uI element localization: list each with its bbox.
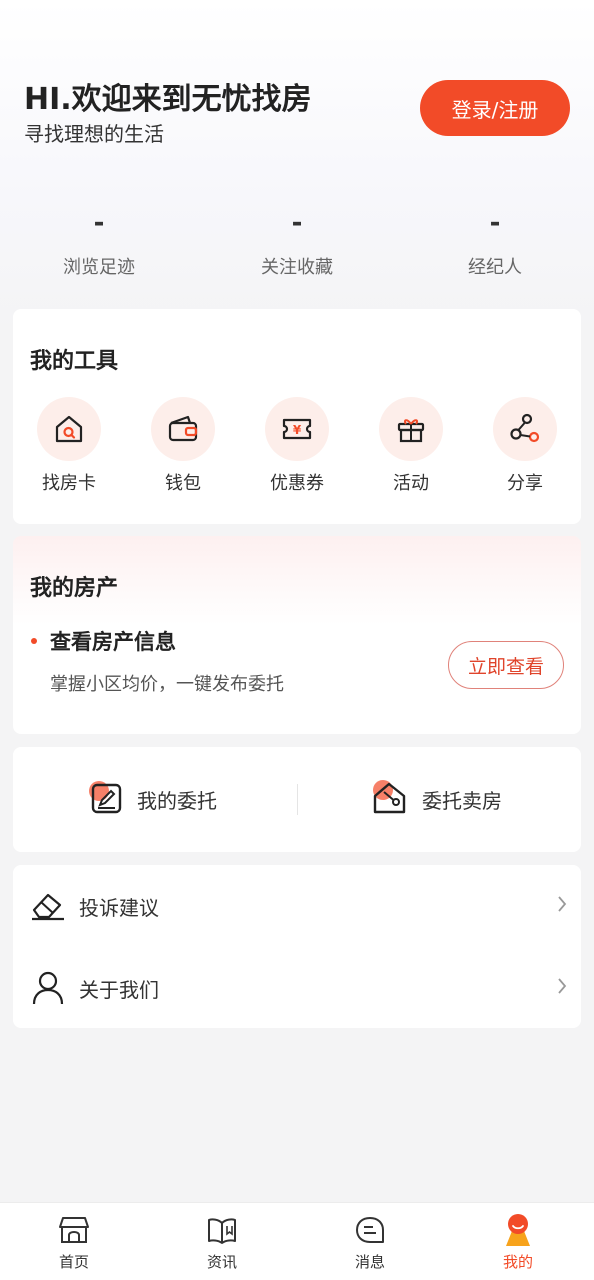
my-tools-title: 我的工具 [30,349,119,374]
wallet-icon [151,397,215,461]
chevron-right-icon [557,895,567,917]
settings-menu-card: 投诉建议 关于我们 [13,865,581,1028]
stat-value: - [291,208,303,238]
tool-label: 钱包 [165,473,201,494]
tab-label: 消息 [354,1253,385,1271]
stat-value: - [93,208,105,238]
svg-text:¥: ¥ [293,423,302,437]
stats-row: - 浏览足迹 - 关注收藏 - 经纪人 [0,205,594,285]
stat-agents[interactable]: - 经纪人 [415,205,575,279]
message-icon [320,1213,420,1247]
stat-label: 浏览足迹 [63,257,135,278]
tool-coupon[interactable]: ¥ 优惠券 [252,397,342,495]
entrust-label: 我的委托 [137,789,217,813]
gift-icon [379,397,443,461]
view-now-button[interactable]: 立即查看 [448,641,564,689]
tab-news[interactable]: 资讯 [172,1213,272,1272]
my-property-card: 我的房产 查看房产信息 掌握小区均价，一键发布委托 立即查看 [13,536,581,734]
welcome-header: HI.欢迎来到无忧找房 寻找理想的生活 登录/注册 [24,70,570,150]
tab-mine[interactable]: 我的 [468,1213,568,1272]
stat-label: 经纪人 [468,257,522,278]
tool-house-card[interactable]: 找房卡 [24,397,114,495]
welcome-title: HI.欢迎来到无忧找房 [24,82,312,117]
welcome-subtitle: 寻找理想的生活 [24,122,164,146]
tab-home[interactable]: 首页 [24,1213,124,1272]
my-property-title: 我的房产 [30,576,119,601]
bullet-dot [31,638,37,644]
stat-value: - [489,208,501,238]
bottom-tab-bar: 首页 资讯 消息 我的 [0,1202,594,1280]
my-tools-card: 我的工具 找房卡 钱包 ¥ 优惠券 活动 分享 [13,309,581,524]
tool-label: 分享 [507,473,543,494]
tab-label: 资讯 [206,1253,237,1271]
tab-label: 我的 [502,1253,533,1271]
edit-entrust-icon [87,779,125,821]
stat-label: 关注收藏 [261,257,333,278]
tab-messages[interactable]: 消息 [320,1213,420,1272]
stat-favorites[interactable]: - 关注收藏 [217,205,377,279]
tab-label: 首页 [58,1253,89,1271]
stat-browse-history[interactable]: - 浏览足迹 [19,205,179,279]
house-search-icon [37,397,101,461]
tool-label: 活动 [393,473,429,494]
tool-wallet[interactable]: 钱包 [138,397,228,495]
tool-activity[interactable]: 活动 [366,397,456,495]
profile-icon [468,1213,568,1247]
tool-label: 优惠券 [270,473,324,494]
login-register-button[interactable]: 登录/注册 [420,80,570,136]
chevron-right-icon [557,977,567,999]
user-icon [30,970,66,1006]
home-store-icon [24,1213,124,1247]
entrust-label: 委托卖房 [422,789,502,813]
menu-label: 投诉建议 [79,895,159,920]
menu-label: 关于我们 [79,977,159,1002]
coupon-icon: ¥ [265,397,329,461]
house-sell-icon [370,778,410,822]
my-entrust-entry[interactable]: 我的委托 [87,747,217,852]
eraser-feedback-icon [30,888,66,924]
share-icon [493,397,557,461]
tool-share[interactable]: 分享 [480,397,570,495]
entrust-sell-entry[interactable]: 委托卖房 [370,747,502,852]
divider [297,784,298,815]
book-icon [172,1213,272,1247]
menu-item-feedback[interactable]: 投诉建议 [13,865,581,947]
property-info-title: 查看房产信息 [50,630,176,654]
entrust-card: 我的委托 委托卖房 [13,747,581,852]
menu-item-about[interactable]: 关于我们 [13,947,581,1029]
tool-label: 找房卡 [42,473,96,494]
property-info-subtitle: 掌握小区均价，一键发布委托 [50,674,284,695]
